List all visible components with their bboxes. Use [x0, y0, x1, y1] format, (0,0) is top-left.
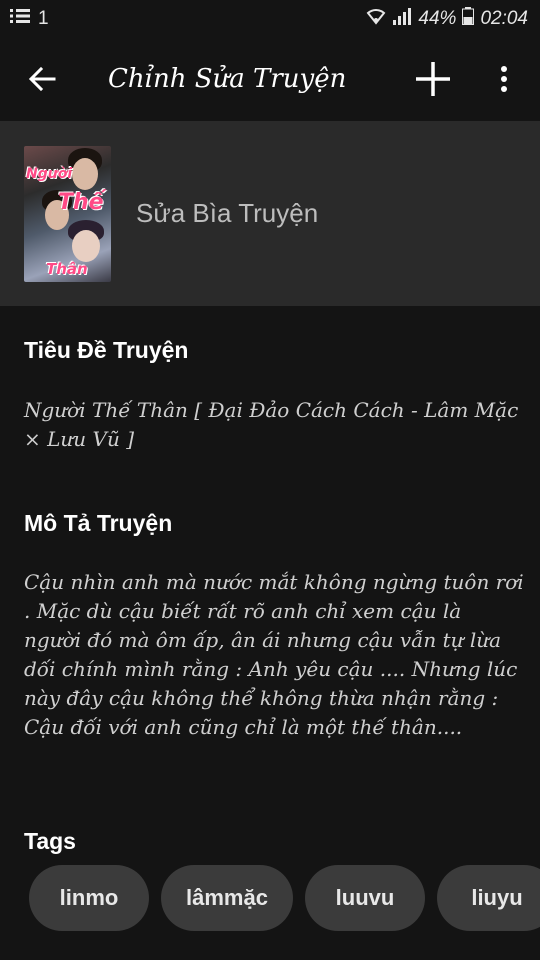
- plus-icon: [416, 62, 450, 96]
- more-options-button[interactable]: [468, 38, 540, 120]
- tag-chip[interactable]: linmo: [29, 865, 149, 931]
- battery-icon: [462, 7, 475, 31]
- story-title-field[interactable]: Người Thế Thân [ Đại Đảo Cách Cách - Lâm…: [24, 396, 524, 454]
- battery-percent: 44%: [418, 8, 457, 29]
- signal-icon: [392, 7, 412, 31]
- notification-list-icon: [10, 8, 30, 30]
- more-vert-icon: [501, 66, 507, 92]
- tag-chip[interactable]: luuvu: [305, 865, 425, 931]
- tags-list: linmo lâmmặc luuvu liuyu: [29, 865, 540, 931]
- edit-cover-label: Sửa Bìa Truyện: [136, 198, 319, 228]
- tags-heading: Tags: [24, 828, 76, 854]
- edit-cover-row[interactable]: Người Thế Thân Sửa Bìa Truyện: [0, 121, 540, 306]
- cover-art-text-1: Người: [26, 165, 73, 182]
- wifi-icon: [366, 7, 386, 31]
- app-toolbar: Chỉnh Sửa Truyện: [0, 38, 540, 120]
- description-heading: Mô Tả Truyện: [24, 510, 173, 536]
- add-button[interactable]: [398, 38, 468, 120]
- story-title-heading: Tiêu Đề Truyện: [24, 337, 189, 363]
- back-button[interactable]: [0, 38, 84, 120]
- description-field[interactable]: Cậu nhìn anh mà nước mắt không ngừng tuô…: [24, 568, 524, 742]
- tag-chip[interactable]: liuyu: [437, 865, 540, 931]
- cover-art-text-3: Thân: [46, 259, 88, 278]
- cover-art-text-2: Thế: [58, 189, 104, 215]
- status-bar: 1 44% 02:04: [0, 0, 540, 38]
- tag-chip[interactable]: lâmmặc: [161, 865, 293, 931]
- notification-count: 1: [38, 8, 49, 29]
- arrow-left-icon: [28, 66, 56, 92]
- page-title: Chỉnh Sửa Truyện: [108, 64, 347, 94]
- clock: 02:04: [480, 8, 528, 29]
- cover-image[interactable]: Người Thế Thân: [24, 145, 111, 282]
